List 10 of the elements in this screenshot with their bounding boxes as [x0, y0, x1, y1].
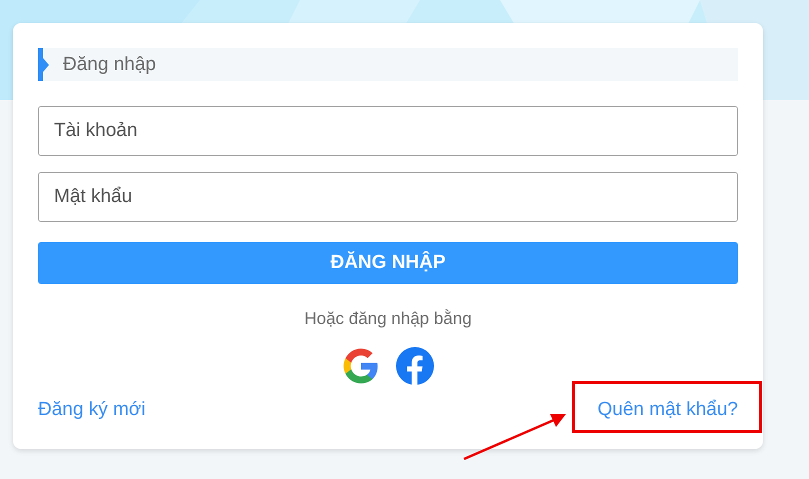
input-field[interactable]: Tài khoản: [38, 106, 738, 156]
register-link[interactable]: Đăng ký mới: [38, 399, 146, 421]
alt-login-text: Hoặc đăng nhập bằng: [304, 309, 472, 329]
login-title: Đăng nhập: [63, 54, 156, 76]
marker-icon: [43, 58, 49, 72]
google-icon[interactable]: [342, 347, 380, 385]
input-field[interactable]: Mật khẩu: [38, 172, 738, 222]
facebook-icon[interactable]: [396, 347, 434, 385]
forgot-password-link[interactable]: Quên mật khẩu?: [598, 399, 738, 421]
login-button[interactable]: ĐĂNG NHẬP: [38, 242, 738, 284]
